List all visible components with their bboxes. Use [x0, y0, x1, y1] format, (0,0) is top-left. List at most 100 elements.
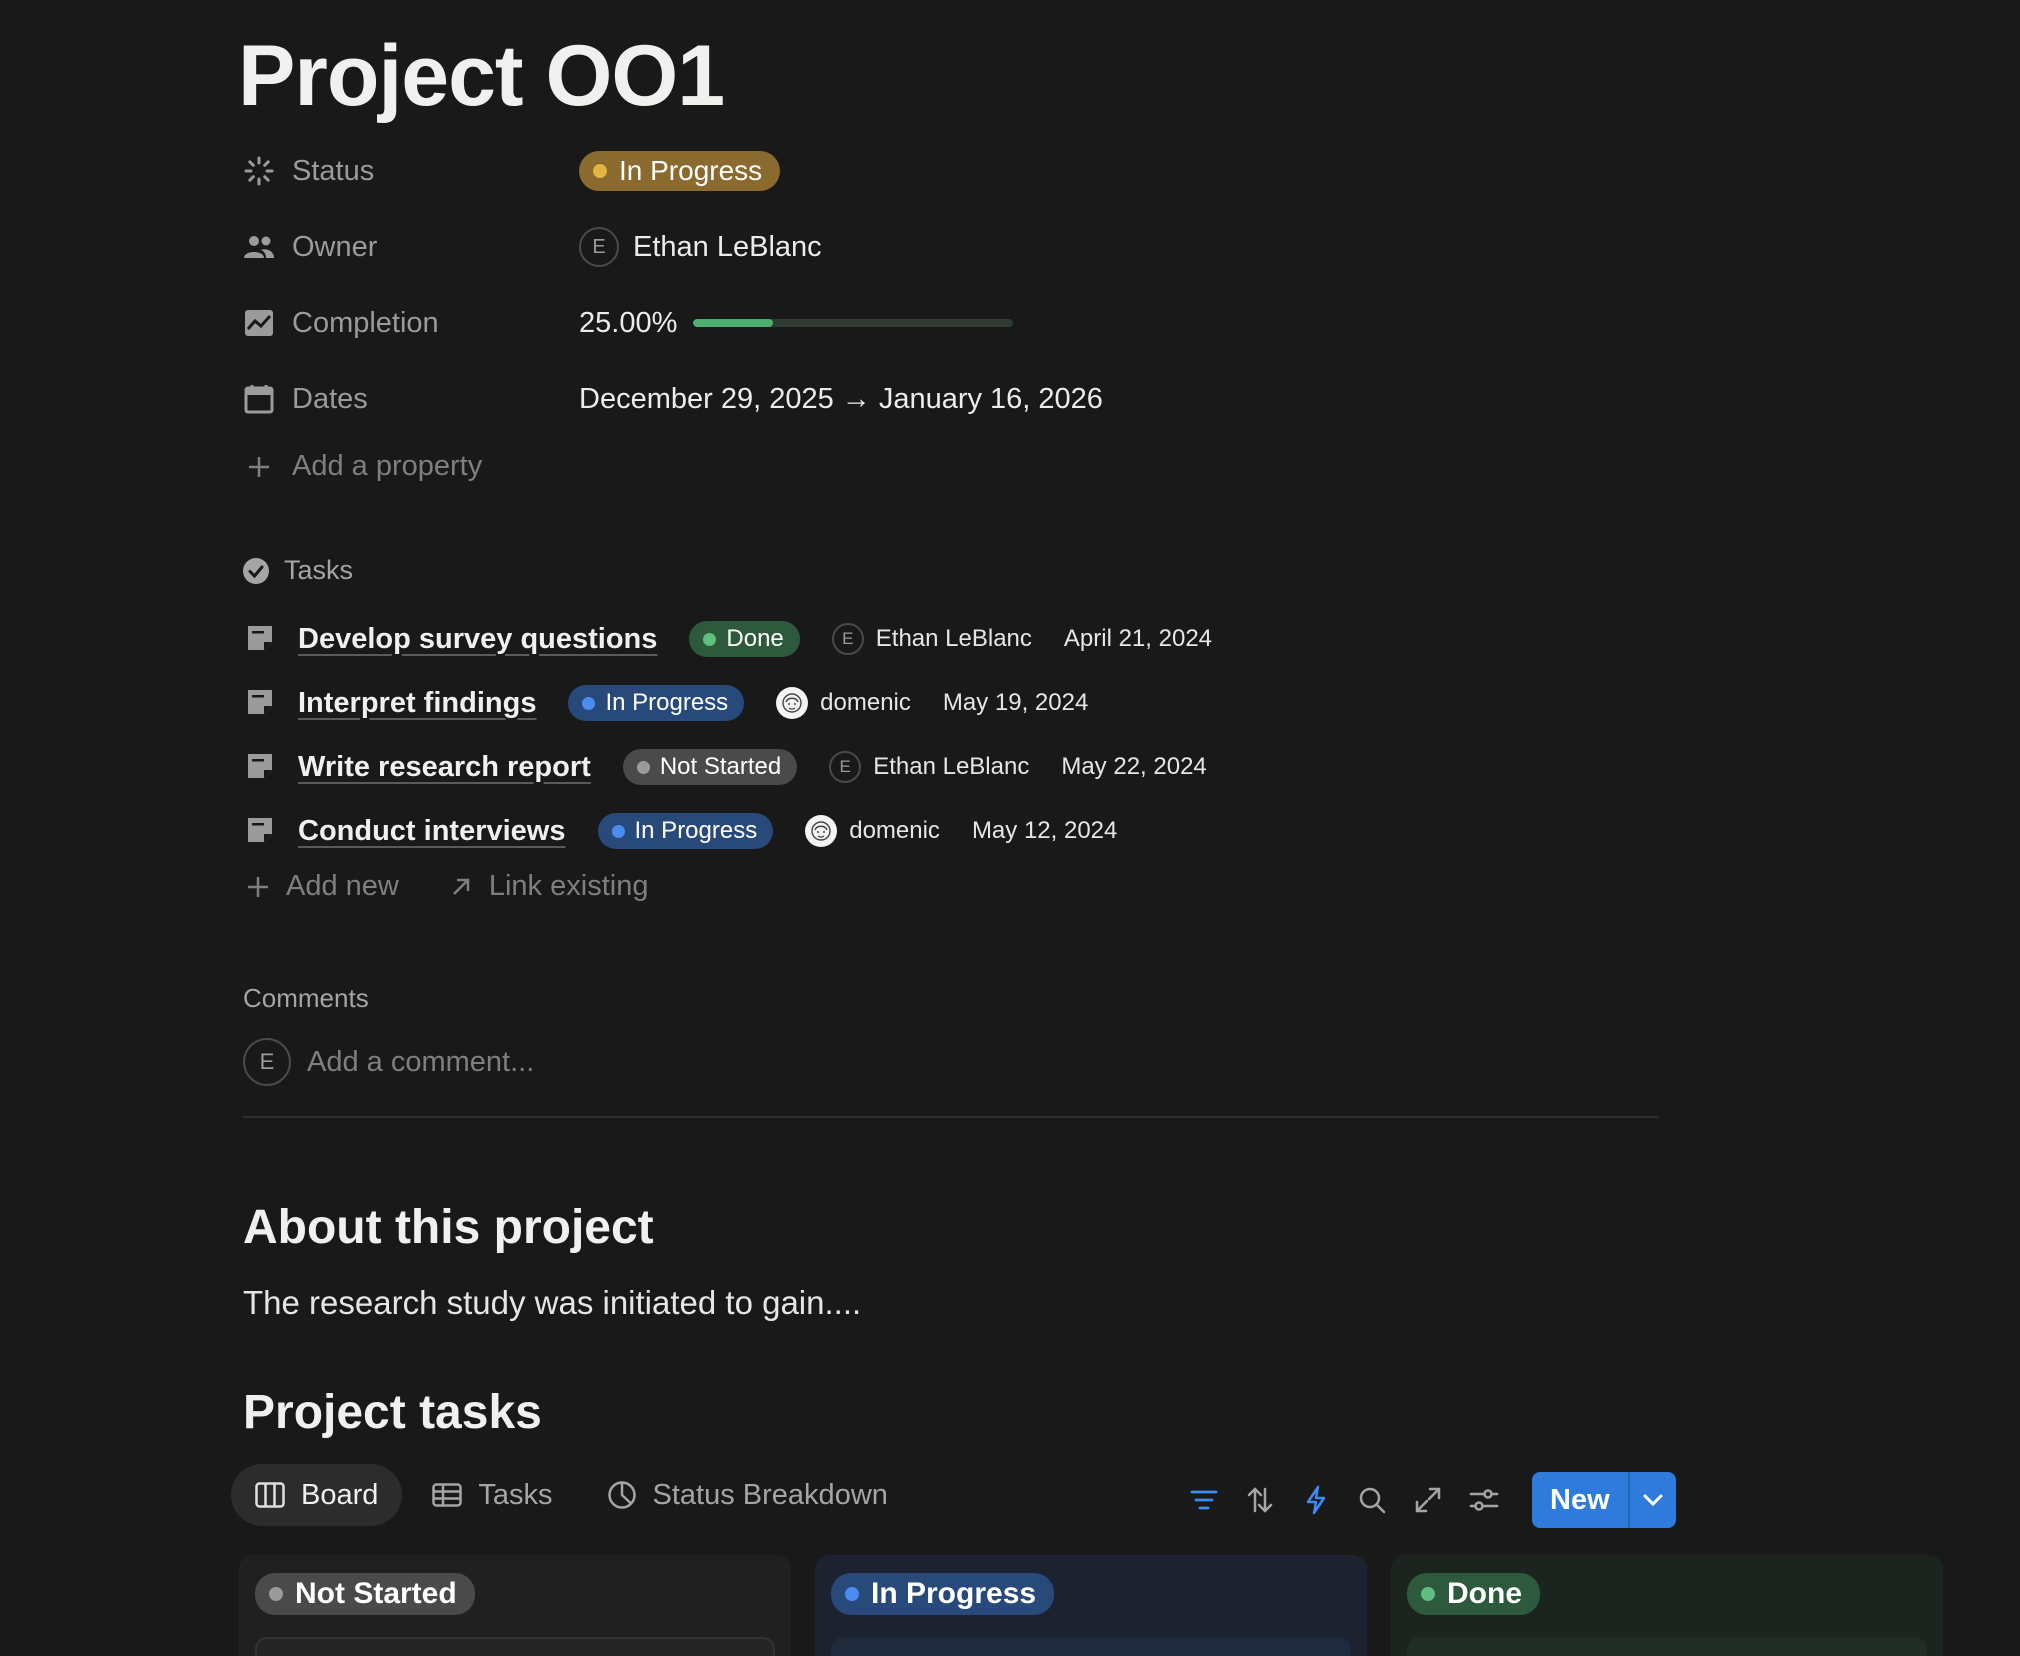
automation-icon[interactable] — [1288, 1474, 1344, 1526]
task-date[interactable]: April 21, 2024 — [1064, 625, 1212, 653]
new-button[interactable]: New — [1532, 1472, 1676, 1528]
tab-board[interactable]: Board — [231, 1464, 403, 1526]
comments-label: Comments — [243, 983, 369, 1013]
about-text[interactable]: The research study was initiated to gain… — [243, 1284, 861, 1322]
status-label: Status — [292, 154, 375, 187]
assignee-avatar: E — [831, 623, 864, 655]
status-dot — [636, 760, 650, 774]
task-assignee-name: domenic — [820, 689, 911, 716]
settings-icon[interactable] — [1456, 1474, 1512, 1526]
new-button-label[interactable]: New — [1532, 1472, 1630, 1528]
add-new-label: Add new — [286, 870, 399, 902]
owner-avatar: E — [579, 227, 619, 267]
about-heading[interactable]: About this project — [243, 1200, 654, 1255]
board-card[interactable] — [1407, 1637, 1927, 1656]
task-date[interactable]: May 19, 2024 — [943, 689, 1088, 717]
tasks-relation-header[interactable]: Tasks — [242, 555, 353, 586]
column-header-badge[interactable]: Done — [1407, 1573, 1540, 1615]
property-dates: Dates December 29, 2025 → January 16, 20… — [242, 374, 1103, 424]
task-row[interactable]: Write research report Not Started E Etha… — [246, 742, 1207, 792]
check-circle-icon — [242, 557, 270, 585]
assignee-avatar-face-icon — [776, 687, 809, 719]
task-status-badge[interactable]: In Progress — [568, 685, 745, 721]
owner-label: Owner — [292, 230, 378, 263]
chevron-down-icon[interactable] — [1630, 1472, 1676, 1528]
tab-tasks[interactable]: Tasks — [408, 1464, 576, 1526]
property-label-dates[interactable]: Dates — [242, 382, 579, 416]
add-property-button[interactable]: Add a property — [242, 450, 482, 483]
status-dot — [703, 632, 717, 646]
page-icon — [246, 688, 276, 718]
task-assignee-name: Ethan LeBlanc — [875, 625, 1032, 652]
status-dot — [582, 696, 596, 710]
tab-status-breakdown[interactable]: Status Breakdown — [583, 1464, 912, 1526]
property-label-owner[interactable]: Owner — [242, 230, 579, 264]
completion-progress-bar — [693, 319, 1014, 327]
task-status-label: In Progress — [605, 689, 729, 716]
task-status-badge[interactable]: Not Started — [622, 749, 798, 785]
task-row[interactable]: Develop survey questions Done E Ethan Le… — [246, 614, 1212, 664]
link-existing-button[interactable]: Link existing — [449, 870, 648, 903]
project-page: Project OO1 Status In Progress Owner E E… — [0, 0, 2020, 1656]
status-loader-icon — [242, 154, 276, 188]
expand-icon[interactable] — [1400, 1474, 1456, 1526]
divider — [243, 1116, 1659, 1118]
completion-progress-fill — [693, 319, 774, 327]
tasks-heading: Tasks — [284, 555, 354, 585]
comment-input[interactable]: Add a comment... — [307, 1046, 534, 1079]
owner-value[interactable]: E Ethan LeBlanc — [579, 227, 822, 267]
search-icon[interactable] — [1344, 1474, 1400, 1526]
filter-icon[interactable] — [1176, 1474, 1232, 1526]
task-status-label: In Progress — [634, 817, 758, 844]
task-assignee[interactable]: domenic — [805, 815, 940, 847]
property-label-status[interactable]: Status — [242, 154, 579, 188]
task-assignee[interactable]: E Ethan LeBlanc — [831, 623, 1032, 655]
column-header-badge[interactable]: Not Started — [255, 1573, 475, 1615]
comment-input-row[interactable]: E Add a comment... — [243, 1038, 534, 1086]
page-icon — [246, 752, 276, 782]
pie-chart-icon — [607, 1480, 637, 1510]
sort-icon[interactable] — [1232, 1474, 1288, 1526]
task-date[interactable]: May 12, 2024 — [972, 817, 1117, 845]
page-icon — [246, 624, 276, 654]
task-title[interactable]: Conduct interviews — [298, 815, 566, 848]
column-header-badge[interactable]: In Progress — [831, 1573, 1055, 1615]
board-card[interactable] — [831, 1637, 1351, 1656]
task-row[interactable]: Interpret findings In Progress domenic M… — [246, 678, 1088, 728]
dates-value[interactable]: December 29, 2025 → January 16, 2026 — [579, 383, 1103, 416]
property-completion: Completion 25.00% — [242, 298, 1014, 348]
status-dot — [1421, 1587, 1435, 1601]
column-title: Done — [1447, 1577, 1522, 1610]
view-tabs: Board Tasks Status Breakdown — [231, 1464, 918, 1526]
task-title[interactable]: Develop survey questions — [298, 623, 657, 656]
task-assignee[interactable]: domenic — [776, 687, 911, 719]
project-tasks-heading[interactable]: Project tasks — [243, 1385, 542, 1440]
calendar-icon — [242, 382, 276, 416]
property-owner: Owner E Ethan LeBlanc — [242, 222, 822, 272]
add-new-task-button[interactable]: Add new — [246, 870, 399, 903]
completion-value[interactable]: 25.00% — [579, 307, 1014, 340]
status-value[interactable]: In Progress — [579, 151, 781, 191]
column-title: In Progress — [871, 1577, 1037, 1610]
comment-avatar: E — [243, 1038, 291, 1086]
task-status-badge[interactable]: In Progress — [597, 813, 774, 849]
property-label-completion[interactable]: Completion — [242, 306, 579, 340]
board-card[interactable] — [255, 1637, 775, 1656]
tab-tasks-label: Tasks — [478, 1478, 553, 1511]
status-dot — [269, 1587, 283, 1601]
owner-name: Ethan LeBlanc — [633, 230, 822, 263]
add-property-label: Add a property — [292, 450, 483, 482]
task-status-badge[interactable]: Done — [689, 621, 800, 657]
task-row[interactable]: Conduct interviews In Progress domenic M… — [246, 806, 1117, 856]
task-assignee[interactable]: E Ethan LeBlanc — [829, 751, 1029, 783]
property-status: Status In Progress — [242, 146, 781, 196]
plus-icon — [242, 455, 276, 479]
task-date[interactable]: May 22, 2024 — [1061, 753, 1206, 781]
status-badge[interactable]: In Progress — [579, 151, 781, 191]
task-assignee-name: Ethan LeBlanc — [873, 753, 1030, 780]
page-title[interactable]: Project OO1 — [238, 26, 725, 126]
task-title[interactable]: Write research report — [298, 751, 591, 784]
task-title[interactable]: Interpret findings — [298, 687, 536, 720]
status-dot — [611, 824, 625, 838]
chart-icon — [242, 306, 276, 340]
